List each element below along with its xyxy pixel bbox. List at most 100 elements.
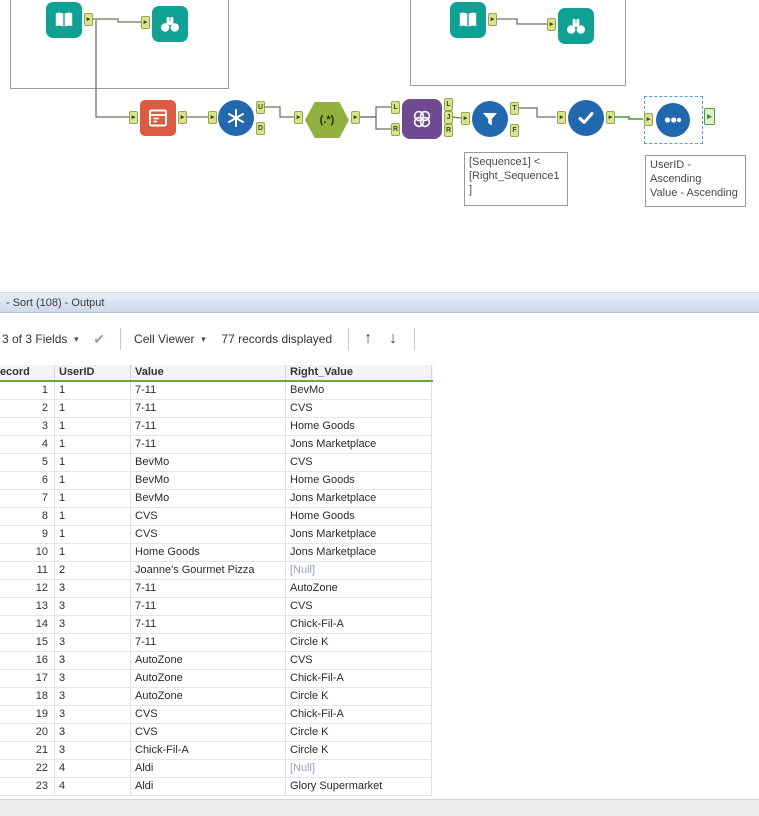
sort-output-anchor[interactable]: ▸ [704, 108, 715, 125]
alteryx-window: (.*) ▸ ▸ ▸ ▸ ▸ ▸ ▸ U D ▸ ▸ L R L J R ▸ T F ▸ ▸ ▸ ▸ [Sequence1]… [0, 0, 759, 816]
prep-tool-output-anchor[interactable]: ▸ [178, 111, 187, 124]
regex-tool[interactable]: (.*) [305, 102, 349, 138]
table-row[interactable]: 14 3 7-11 Chick-Fil-A [0, 616, 433, 634]
unique-u-output-anchor[interactable]: U [256, 101, 265, 114]
join-right-input-anchor[interactable]: R [391, 123, 400, 136]
table-row[interactable]: 8 1 CVS Home Goods [0, 508, 433, 526]
apply-check-icon[interactable]: ✔ [93, 331, 105, 348]
browse-right-input-anchor[interactable]: ▸ [547, 18, 556, 31]
fields-dropdown[interactable]: 3 of 3 Fields ▼ [2, 332, 80, 346]
unique-tool[interactable] [218, 100, 254, 136]
input-data-tool-left[interactable] [46, 2, 82, 38]
annotation-sort-config[interactable]: UserID - Ascending Value - Ascending [645, 155, 746, 207]
filter-true-output-anchor[interactable]: T [510, 102, 519, 115]
table-row[interactable]: 6 1 BevMo Home Goods [0, 472, 433, 490]
binoculars-icon [564, 14, 588, 38]
toolbar-separator [120, 328, 122, 350]
column-header-userid[interactable]: UserID [55, 365, 131, 380]
filter-input-anchor[interactable]: ▸ [461, 112, 470, 125]
input-left-output-anchor[interactable]: ▸ [84, 13, 93, 26]
checkmark-tool-output-anchor[interactable]: ▸ [606, 111, 615, 124]
table-cell: 15 [0, 634, 55, 652]
window-list-icon [146, 106, 170, 130]
table-row[interactable]: 17 3 AutoZone Chick-Fil-A [0, 670, 433, 688]
table-cell: 1 [55, 490, 131, 508]
table-cell: Circle K [286, 742, 432, 760]
browse-left-input-anchor[interactable]: ▸ [141, 16, 150, 29]
scroll-down-button[interactable]: ↓ [389, 330, 397, 348]
table-cell: 3 [55, 580, 131, 598]
join-left-input-anchor[interactable]: L [391, 101, 400, 114]
table-cell: 1 [0, 382, 55, 400]
browse-tool-right[interactable] [558, 8, 594, 44]
table-cell: 1 [55, 400, 131, 418]
unique-d-output-anchor[interactable]: D [256, 122, 265, 135]
table-row[interactable]: 2 1 7-11 CVS [0, 400, 433, 418]
table-cell: CVS [131, 508, 286, 526]
data-prep-tool[interactable] [140, 100, 176, 136]
table-cell: 3 [55, 616, 131, 634]
table-cell: 2 [0, 400, 55, 418]
open-book-icon [52, 8, 76, 32]
table-row[interactable]: 4 1 7-11 Jons Marketplace [0, 436, 433, 454]
column-header-record[interactable]: Record [0, 365, 55, 380]
checkmark-tool[interactable] [568, 100, 604, 136]
regex-output-anchor[interactable]: ▸ [351, 111, 360, 124]
table-cell: 22 [0, 760, 55, 778]
column-header-value[interactable]: Value [131, 365, 286, 380]
table-cell: CVS [286, 400, 432, 418]
cell-viewer-dropdown[interactable]: Cell Viewer ▼ [134, 332, 207, 346]
table-cell: 7-11 [131, 634, 286, 652]
join-r-output-anchor[interactable]: R [444, 124, 453, 137]
unique-input-anchor[interactable]: ▸ [208, 111, 217, 124]
tool-container-left[interactable] [10, 0, 229, 89]
join-j-output-anchor[interactable]: J [444, 111, 453, 124]
table-row[interactable]: 9 1 CVS Jons Marketplace [0, 526, 433, 544]
table-row[interactable]: 19 3 CVS Chick-Fil-A [0, 706, 433, 724]
annotation-filter-expression[interactable]: [Sequence1] < [Right_Sequence1 ] [464, 152, 568, 206]
join-l-output-anchor[interactable]: L [444, 98, 453, 111]
results-footer [0, 799, 759, 816]
table-row[interactable]: 21 3 Chick-Fil-A Circle K [0, 742, 433, 760]
table-row[interactable]: 18 3 AutoZone Circle K [0, 688, 433, 706]
table-cell: 7-11 [131, 400, 286, 418]
join-tool[interactable] [402, 99, 442, 139]
filter-tool[interactable] [472, 101, 508, 137]
regex-label: (.*) [319, 114, 335, 126]
table-cell: 11 [0, 562, 55, 580]
table-cell: 1 [55, 526, 131, 544]
table-row[interactable]: 22 4 Aldi [Null] [0, 760, 433, 778]
table-row[interactable]: 20 3 CVS Circle K [0, 724, 433, 742]
table-row[interactable]: 7 1 BevMo Jons Marketplace [0, 490, 433, 508]
browse-tool-left[interactable] [152, 6, 188, 42]
table-row[interactable]: 1 1 7-11 BevMo [0, 382, 433, 400]
checkmark-tool-input-anchor[interactable]: ▸ [557, 111, 566, 124]
table-row[interactable]: 3 1 7-11 Home Goods [0, 418, 433, 436]
regex-input-anchor[interactable]: ▸ [294, 111, 303, 124]
table-cell: BevMo [131, 454, 286, 472]
table-row[interactable]: 15 3 7-11 Circle K [0, 634, 433, 652]
table-cell: 1 [55, 454, 131, 472]
table-cell: 7-11 [131, 382, 286, 400]
table-row[interactable]: 13 3 7-11 CVS [0, 598, 433, 616]
table-row[interactable]: 5 1 BevMo CVS [0, 454, 433, 472]
sort-input-anchor[interactable]: ▸ [644, 113, 653, 126]
input-data-tool-right[interactable] [450, 2, 486, 38]
table-row[interactable]: 12 3 7-11 AutoZone [0, 580, 433, 598]
prep-tool-input-anchor[interactable]: ▸ [129, 111, 138, 124]
table-row[interactable]: 23 4 Aldi Glory Supermarket [0, 778, 433, 796]
table-cell: 7-11 [131, 598, 286, 616]
table-row[interactable]: 16 3 AutoZone CVS [0, 652, 433, 670]
input-right-output-anchor[interactable]: ▸ [488, 13, 497, 26]
column-header-right_value[interactable]: Right_Value [286, 365, 432, 380]
workflow-canvas[interactable]: (.*) ▸ ▸ ▸ ▸ ▸ ▸ ▸ U D ▸ ▸ L R L J R ▸ T F ▸ ▸ ▸ ▸ [Sequence1]… [0, 0, 759, 292]
table-cell: Jons Marketplace [286, 526, 432, 544]
sort-tool[interactable] [656, 103, 690, 137]
table-row[interactable]: 10 1 Home Goods Jons Marketplace [0, 544, 433, 562]
filter-false-output-anchor[interactable]: F [510, 124, 519, 137]
scroll-up-button[interactable]: ↑ [364, 330, 372, 348]
table-cell: 3 [55, 598, 131, 616]
table-row[interactable]: 11 2 Joanne's Gourmet Pizza [Null] [0, 562, 433, 580]
cell-viewer-label: Cell Viewer [134, 332, 195, 346]
check-icon [574, 106, 598, 130]
